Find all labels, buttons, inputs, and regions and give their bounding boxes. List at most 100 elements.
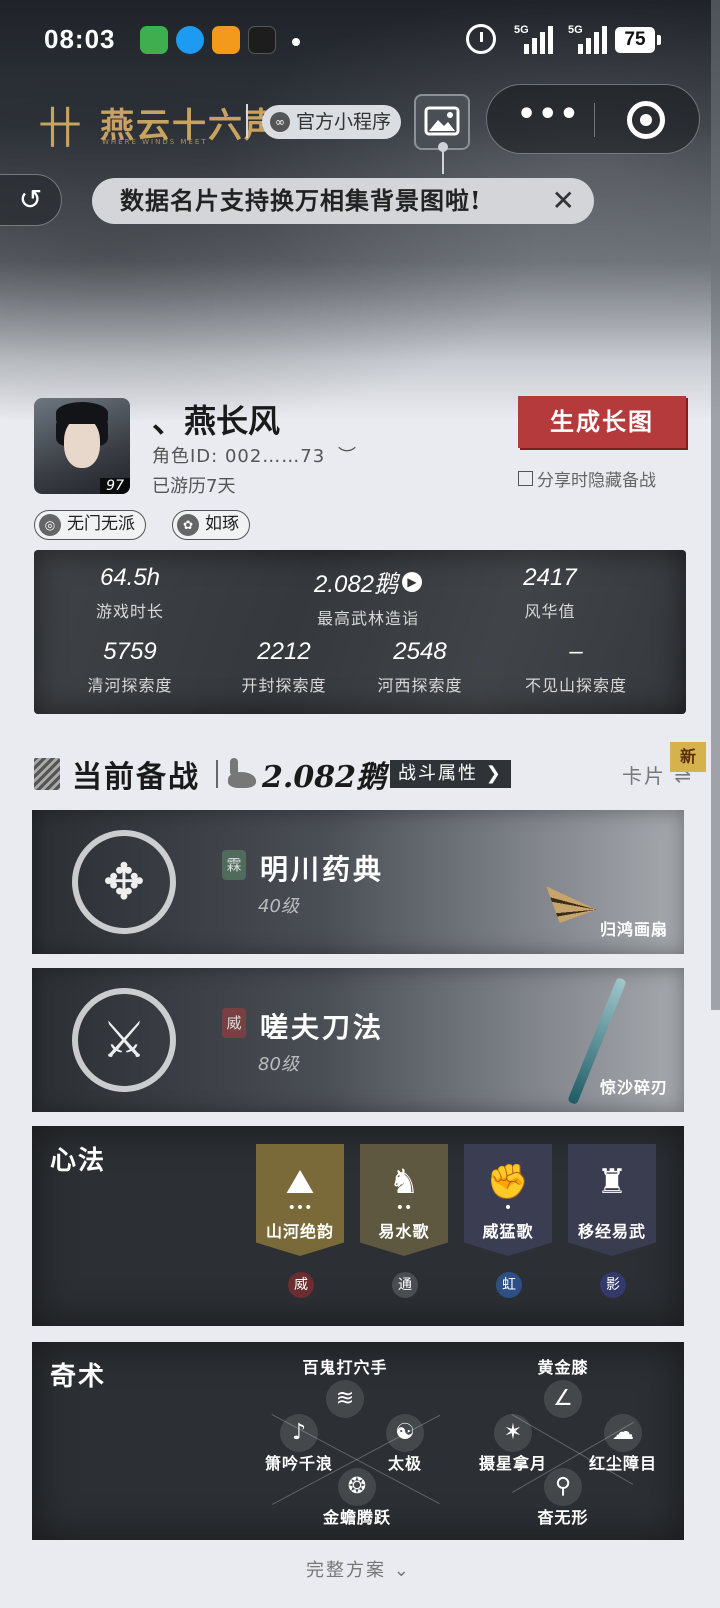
section-title: 当前备战 — [72, 760, 200, 795]
blade-skill-emblem-icon: ⚔ — [72, 988, 176, 1092]
card-view-label: 卡片 — [622, 764, 666, 788]
lotus-icon: ✿ — [177, 514, 199, 536]
stat-label: 最高武林造诣 — [316, 609, 419, 628]
stat-highest-level[interactable]: 2.082鹅 ▶ 最高武林造诣 — [278, 564, 458, 629]
status-time: 08:03 — [44, 24, 116, 54]
skill-level: 40级 — [258, 896, 299, 917]
back-arrow-icon: ↺ — [18, 183, 43, 216]
stats-panel: 64.5h 游戏时长 2.082鹅 ▶ 最高武林造诣 2417 风华值 5759 … — [34, 550, 686, 714]
arm-icon: ✊ — [486, 1162, 530, 1202]
hide-battle-option[interactable]: 分享时隐藏备战 — [518, 466, 656, 491]
taiji-icon: ☯ — [386, 1414, 424, 1452]
qishu-item[interactable]: ☁ — [568, 1414, 678, 1452]
flute-icon: ♪ — [280, 1414, 318, 1452]
fan-skill-emblem-icon: ✥ — [72, 830, 176, 934]
skill-name: 明川药典 — [260, 853, 385, 886]
play-arrow-icon[interactable]: ▶ — [402, 571, 423, 592]
role-id: 角色ID: 002……73 ︶ — [152, 442, 357, 468]
xinfa-label: 移经易武 — [577, 1222, 646, 1241]
miniprogram-icon: ∞ — [270, 112, 290, 132]
qishu-item[interactable]: ❂ — [302, 1468, 412, 1506]
panel-title: 奇术 — [50, 1362, 107, 1392]
armor-icon: ♜ — [596, 1162, 628, 1202]
signal-label: 5G — [514, 24, 529, 36]
image-icon — [424, 106, 460, 136]
strike-icon: ≋ — [326, 1380, 364, 1418]
xinfa-item[interactable]: ♞ •• 易水歌 通 — [360, 1144, 448, 1298]
tag-label: 如琢 — [205, 514, 239, 534]
stat-playtime: 64.5h 游戏时长 — [50, 564, 210, 622]
hide-option-label: 分享时隐藏备战 — [537, 471, 656, 491]
goose-value: 2.082鹅 — [262, 760, 386, 795]
skill-seal: 霖 — [222, 850, 246, 880]
stat-label: 风华值 — [524, 602, 576, 621]
xinfa-panel[interactable]: 心法 ⛰ ••• 山河绝韵 威 ♞ •• 易水歌 通 ✊ • 威猛歌 虹 ♜ 移… — [32, 1126, 684, 1326]
tag-school: ◎ 无门无派 — [34, 510, 146, 540]
stat-value: 2417 — [523, 564, 577, 591]
more-options-icon[interactable]: ••• — [517, 100, 579, 135]
stat-value: – — [569, 638, 583, 665]
avatar-level: 97 — [100, 478, 130, 494]
chevron-right-icon: ❯ — [478, 763, 503, 784]
signal-icon: 5G — [506, 24, 558, 54]
stat-value: 2548 — [393, 638, 447, 665]
qishu-item[interactable]: ≋ — [290, 1380, 400, 1418]
close-icon[interactable]: ✕ — [552, 178, 576, 224]
skill-seal: 威 — [222, 1008, 246, 1038]
stat-value: 2.082鹅 ▶ — [314, 564, 423, 599]
battle-attributes-button[interactable]: 战斗属性 ❯ — [390, 760, 511, 788]
app-notification-icon — [140, 26, 168, 54]
qishu-item[interactable]: ⚲ — [508, 1468, 618, 1506]
close-miniprogram-icon[interactable] — [627, 101, 665, 139]
full-plan-button[interactable]: 完整方案 ⌄ — [306, 1556, 411, 1582]
xinfa-seal: 通 — [392, 1272, 418, 1298]
capsule-divider — [594, 103, 595, 137]
xinfa-label: 易水歌 — [378, 1222, 430, 1241]
tooltip-text: 数据名片支持换万相集背景图啦! — [120, 186, 482, 215]
xinfa-seal: 影 — [600, 1272, 626, 1298]
chevron-down-icon: ⌄ — [386, 1560, 411, 1581]
xinfa-item[interactable]: ♜ 移经易武 影 — [568, 1144, 656, 1298]
official-label: 官方小程序 — [296, 111, 392, 133]
miniprogram-capsule: ••• — [486, 84, 700, 154]
tag-label: 无门无派 — [67, 514, 135, 534]
scrollbar[interactable] — [711, 0, 720, 1010]
xinfa-seal: 虹 — [496, 1272, 522, 1298]
qishu-label: 杳无形 — [537, 1508, 589, 1527]
checkbox[interactable] — [518, 471, 533, 486]
xinfa-item[interactable]: ⛰ ••• 山河绝韵 威 — [256, 1144, 344, 1298]
dust-icon: ☁ — [604, 1414, 642, 1452]
official-miniprogram-badge[interactable]: ∞ 官方小程序 — [262, 105, 402, 139]
skill-level: 80级 — [258, 1054, 299, 1075]
avatar[interactable]: 97 — [34, 398, 130, 494]
xinfa-seal: 威 — [288, 1272, 314, 1298]
qishu-item[interactable]: ♪ — [244, 1414, 354, 1452]
xinfa-item[interactable]: ✊ • 威猛歌 虹 — [464, 1144, 552, 1298]
weapon-name: 惊沙碎刃 — [599, 1078, 668, 1097]
music-app-icon — [248, 26, 276, 54]
more-notifications-icon — [292, 38, 300, 46]
qishu-item[interactable]: ∠ — [508, 1380, 618, 1418]
eye-closed-icon[interactable]: ︶ — [338, 446, 357, 467]
stat-qinghe: 5759 清河探索度 — [50, 638, 210, 696]
qishu-item[interactable]: ☯ — [350, 1414, 460, 1452]
xinfa-label: 威猛歌 — [482, 1222, 534, 1241]
generate-long-image-button[interactable]: 生成长图 — [518, 396, 686, 448]
signal-icon: 5G — [560, 24, 612, 54]
qishu-label: 百鬼打穴手 — [302, 1358, 388, 1377]
battery-indicator: 75 — [615, 27, 661, 53]
qishu-label: 金蟾腾跃 — [322, 1508, 391, 1527]
back-button[interactable]: ↺ — [0, 174, 62, 226]
skill-card[interactable]: ⚔ 威 嗟夫刀法 80级 惊沙碎刃 — [32, 968, 684, 1112]
tooltip-pointer-line — [442, 150, 444, 174]
mountain-icon: ⛰ — [285, 1162, 315, 1202]
qishu-panel[interactable]: 奇术 百鬼打穴手 ≋ 黄金膝 ∠ ♪ 箫吟千浪 ☯ 太极 ✶ 摄星拿月 ☁ 红尘… — [32, 1342, 684, 1540]
qishu-item[interactable]: ✶ — [458, 1414, 568, 1452]
fan-weapon-icon — [533, 823, 633, 923]
skill-card[interactable]: ✥ 霖 明川药典 40级 归鸿画扇 — [32, 810, 684, 954]
battle-attr-label: 战斗属性 — [398, 763, 478, 784]
alarm-icon — [466, 24, 496, 54]
goose-icon — [226, 756, 258, 790]
section-divider — [216, 760, 218, 788]
grab-star-icon: ✶ — [494, 1414, 532, 1452]
